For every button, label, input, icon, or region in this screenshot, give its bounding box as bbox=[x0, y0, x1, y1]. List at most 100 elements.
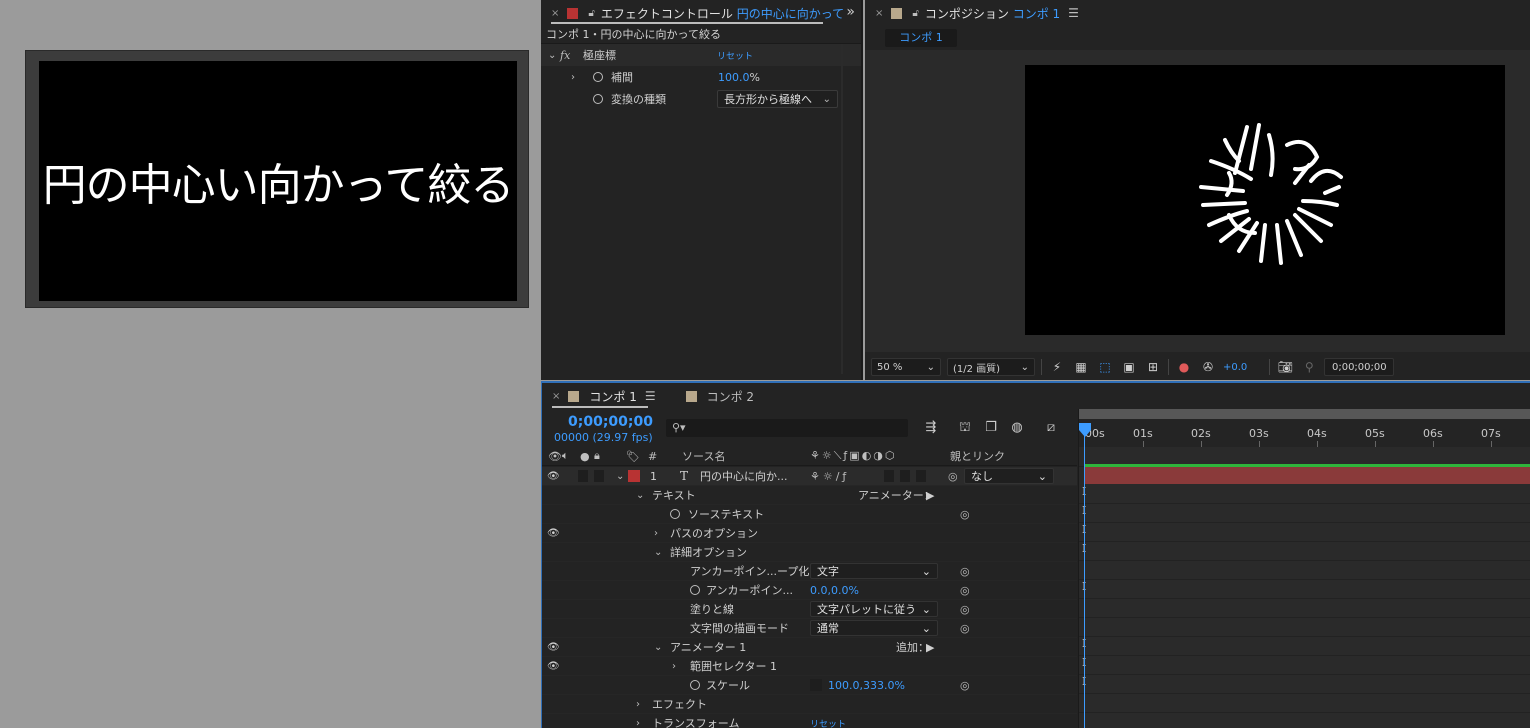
grid-guides-icon[interactable]: ⊞ bbox=[1144, 358, 1162, 376]
effect-scrollbar[interactable] bbox=[841, 44, 843, 374]
quality-dropdown[interactable]: (1/2 画質) ⌄ bbox=[947, 358, 1035, 376]
chevron-right-icon[interactable]: › bbox=[636, 718, 640, 728]
play-circle-icon[interactable]: ▶ bbox=[926, 489, 934, 502]
timeline-graph-area[interactable]: 00s 01s 02s 03s 04s 05s 06s 07s I I I I … bbox=[1078, 409, 1530, 728]
lock-toggle[interactable] bbox=[594, 470, 604, 482]
interp-value[interactable]: 100.0 bbox=[718, 71, 750, 84]
layer-duration-bar[interactable] bbox=[1084, 467, 1530, 484]
anchor-row[interactable]: アンカーポイン... 0.0,0.0% ◎ bbox=[542, 581, 1077, 600]
chevron-right-icon[interactable]: › bbox=[654, 528, 658, 539]
anchor-group-dropdown[interactable]: 文字 ⌄ bbox=[810, 563, 938, 579]
constrain-proportions-icon[interactable] bbox=[810, 679, 822, 691]
blend-mode-dropdown[interactable]: 通常 ⌄ bbox=[810, 620, 938, 636]
solo-toggle[interactable] bbox=[578, 470, 588, 482]
stopwatch-icon[interactable] bbox=[670, 509, 680, 519]
scale-value[interactable]: 100.0,333.0% bbox=[828, 679, 905, 692]
interp-value-field[interactable]: 100.0% bbox=[718, 71, 760, 84]
fill-stroke-dropdown[interactable]: 文字パレットに従う ⌄ bbox=[810, 601, 938, 617]
transform-row[interactable]: › トランスフォーム リセット bbox=[542, 714, 1077, 728]
tab-composition[interactable]: コンポジション コンポ 1 bbox=[925, 5, 1060, 22]
switch-box[interactable] bbox=[884, 470, 894, 482]
composition-viewer[interactable] bbox=[865, 50, 1530, 352]
parent-link-column[interactable]: 親とリンク bbox=[950, 448, 1005, 464]
scale-row[interactable]: スケール 100.0,333.0% ◎ bbox=[542, 676, 1077, 695]
switches-icon[interactable]: ⚘☼⟍ƒ▣◐◑⬡ bbox=[810, 449, 897, 463]
panel-menu-icon[interactable]: ☰ bbox=[1068, 6, 1079, 20]
label-swatch-icon[interactable] bbox=[628, 470, 640, 482]
exposure-value[interactable]: +0.0 bbox=[1223, 362, 1247, 373]
playhead-icon[interactable] bbox=[1079, 423, 1091, 437]
work-area-bar[interactable] bbox=[1079, 409, 1530, 419]
pickwhip-icon[interactable]: ◎ bbox=[960, 508, 970, 521]
parent-dropdown[interactable]: なし ⌄ bbox=[964, 468, 1054, 484]
path-options-row[interactable]: 👁︎ › パスのオプション bbox=[542, 524, 1077, 543]
composition-canvas[interactable] bbox=[1025, 65, 1505, 335]
channel-icon[interactable]: ● bbox=[1175, 358, 1193, 376]
eye-icon[interactable]: 👁︎ bbox=[547, 642, 560, 653]
tab-effect-controls[interactable]: エフェクトコントロール 円の中心に向かって bbox=[601, 5, 844, 22]
effect-header-row[interactable]: ⌄ fx 極座標 リセット bbox=[541, 44, 861, 66]
solo-icon[interactable]: ● bbox=[580, 450, 590, 463]
switch-box[interactable] bbox=[900, 470, 910, 482]
reset-exposure-icon[interactable]: ✇ bbox=[1199, 358, 1217, 376]
source-name-column[interactable]: ソース名 bbox=[682, 448, 725, 464]
chevron-down-icon[interactable]: ⌄ bbox=[654, 547, 662, 558]
anchor-value[interactable]: 0.0,0.0% bbox=[810, 584, 859, 597]
lock-icon[interactable]: 🔓︎ bbox=[912, 8, 918, 19]
tab-comp1[interactable]: × コンポ 1 ☰ bbox=[552, 388, 656, 408]
chevron-down-icon[interactable]: ⌄ bbox=[654, 642, 662, 653]
time-ruler[interactable]: 00s 01s 02s 03s 04s 05s 06s 07s bbox=[1079, 419, 1530, 447]
eye-icon[interactable]: 👁︎ bbox=[547, 528, 560, 539]
pickwhip-icon[interactable]: ◎ bbox=[960, 565, 970, 578]
shy-layers-icon[interactable]: ❐ bbox=[982, 419, 1000, 437]
audio-icon[interactable]: 🔈︎ bbox=[562, 449, 569, 463]
pickwhip-icon[interactable]: ◎ bbox=[960, 584, 970, 597]
region-of-interest-icon[interactable]: ▣ bbox=[1120, 358, 1138, 376]
graph-editor-icon[interactable]: ⧄ bbox=[1042, 419, 1060, 437]
conversion-dropdown[interactable]: 長方形から極線へ ⌄ bbox=[717, 90, 838, 108]
pickwhip-icon[interactable]: ◎ bbox=[948, 470, 958, 483]
lock-icon[interactable]: 🔒︎ bbox=[594, 449, 600, 463]
close-icon[interactable]: × bbox=[552, 391, 560, 402]
close-icon[interactable]: × bbox=[551, 8, 559, 19]
transparency-grid-icon[interactable]: ▦ bbox=[1072, 358, 1090, 376]
panel-expand-icon[interactable]: » bbox=[846, 4, 855, 20]
fill-stroke-row[interactable]: 塗りと線 文字パレットに従う ⌄ ◎ bbox=[542, 600, 1077, 619]
show-snapshot-icon[interactable]: ⚲ bbox=[1300, 358, 1318, 376]
comp-subtab[interactable]: コンポ 1 bbox=[885, 29, 957, 47]
motion-blur-icon[interactable]: ◍ bbox=[1008, 419, 1026, 437]
stopwatch-icon[interactable] bbox=[593, 72, 603, 82]
fast-preview-icon[interactable]: ⚡ bbox=[1048, 358, 1066, 376]
chevron-down-icon[interactable]: ⌄ bbox=[616, 471, 624, 482]
tab-comp2[interactable]: コンポ 2 bbox=[685, 388, 754, 405]
label-tag-icon[interactable]: 🏷︎ bbox=[626, 450, 640, 463]
comp-timecode-field[interactable]: 0;00;00;00 bbox=[1324, 358, 1395, 376]
draft-3d-icon[interactable]: ⛫ bbox=[956, 419, 974, 437]
source-text-row[interactable]: ソーステキスト ◎ bbox=[542, 505, 1077, 524]
panel-menu-icon[interactable]: ☰ bbox=[645, 389, 656, 403]
close-icon[interactable]: × bbox=[875, 8, 883, 19]
stopwatch-icon[interactable] bbox=[593, 94, 603, 104]
effects-row[interactable]: › エフェクト bbox=[542, 695, 1077, 714]
range-selector-row[interactable]: 👁︎ › 範囲セレクター 1 bbox=[542, 657, 1077, 676]
effect-reset-link[interactable]: リセット bbox=[717, 49, 753, 62]
chevron-right-icon[interactable]: › bbox=[571, 72, 575, 83]
zoom-dropdown[interactable]: 50 % ⌄ bbox=[871, 358, 941, 376]
transform-reset-link[interactable]: リセット bbox=[810, 717, 846, 728]
chevron-right-icon[interactable]: › bbox=[672, 661, 676, 672]
fx-icon[interactable]: fx bbox=[560, 49, 570, 62]
eye-icon[interactable]: 👁︎ bbox=[547, 661, 560, 672]
eye-icon[interactable]: 👁︎ bbox=[548, 450, 562, 463]
chevron-down-icon[interactable]: ⌄ bbox=[636, 490, 644, 501]
comp-flowchart-icon[interactable]: ⇶ bbox=[922, 419, 940, 437]
camera-snapshot-icon[interactable]: 📷︎ bbox=[1276, 358, 1294, 376]
timeline-timecode[interactable]: 0;00;00;00 bbox=[568, 414, 653, 430]
switch-box[interactable] bbox=[916, 470, 926, 482]
chevron-right-icon[interactable]: › bbox=[636, 699, 640, 710]
layer-switches-icon[interactable]: ⚘☼/ƒ bbox=[810, 470, 849, 483]
pickwhip-icon[interactable]: ◎ bbox=[960, 603, 970, 616]
stopwatch-icon[interactable] bbox=[690, 585, 700, 595]
layer-name[interactable]: 円の中心に向か... bbox=[700, 468, 788, 484]
pickwhip-icon[interactable]: ◎ bbox=[960, 679, 970, 692]
current-time-indicator[interactable] bbox=[1084, 423, 1085, 728]
